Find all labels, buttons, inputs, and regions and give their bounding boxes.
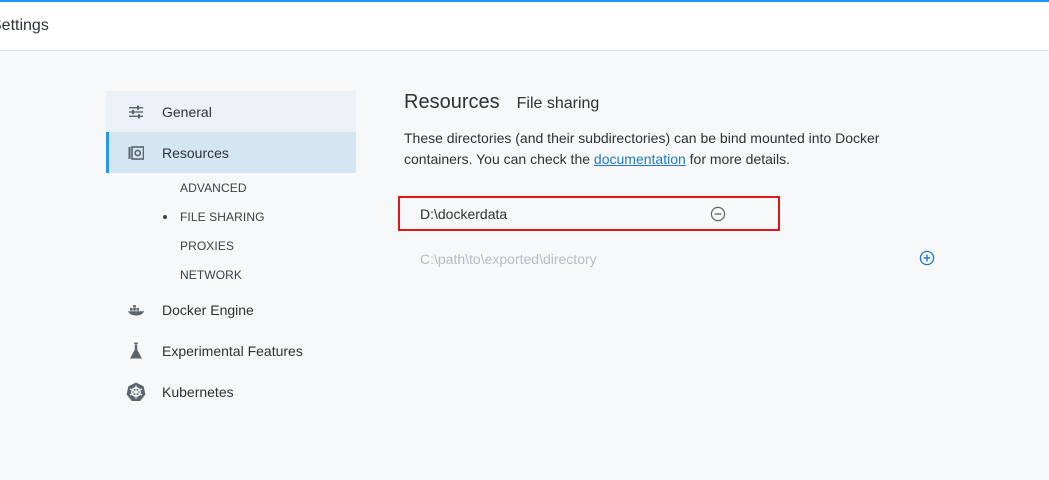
sidebar-item-docker-engine[interactable]: Docker Engine (106, 289, 356, 330)
sidebar-item-label: Experimental Features (162, 342, 303, 359)
plus-circle-icon (919, 250, 935, 266)
page-title: Settings (0, 17, 49, 34)
settings-content: General Resources ADVANCED FILE SHARING (0, 51, 1049, 480)
resources-icon (126, 143, 146, 163)
sidebar-subitem-file-sharing[interactable]: FILE SHARING (106, 202, 356, 231)
sidebar-item-label: Resources (162, 144, 229, 161)
panel-title: Resources (404, 91, 500, 113)
sliders-icon (126, 102, 146, 122)
settings-header: Settings (0, 2, 1049, 51)
panel-description: These directories (and their subdirector… (404, 128, 924, 170)
whale-icon (126, 300, 146, 320)
remove-directory-button[interactable] (710, 206, 726, 222)
sidebar-item-label: Docker Engine (162, 301, 254, 318)
sidebar-item-kubernetes[interactable]: Kubernetes (106, 371, 356, 412)
add-directory-button[interactable] (919, 250, 935, 266)
sidebar-item-resources[interactable]: Resources (106, 132, 356, 173)
panel-heading: Resources File sharing (404, 91, 964, 119)
sidebar-subitem-proxies[interactable]: PROXIES (106, 231, 356, 260)
sidebar-subitem-label: NETWORK (180, 267, 243, 282)
shared-directory-path: D:\dockerdata (420, 206, 508, 222)
active-bullet (163, 215, 167, 219)
minus-circle-icon (710, 206, 726, 222)
sidebar-subitem-advanced[interactable]: ADVANCED (106, 173, 356, 202)
helm-wheel-icon (126, 382, 146, 402)
description-text-end: for more details. (685, 151, 791, 167)
sidebar-item-general[interactable]: General (106, 91, 356, 132)
sidebar-subitem-label: ADVANCED (180, 180, 247, 195)
panel-subtitle: File sharing (516, 95, 600, 112)
add-directory-row (420, 249, 940, 269)
new-directory-input[interactable] (420, 249, 900, 269)
sidebar-item-experimental-features[interactable]: Experimental Features (106, 330, 356, 371)
sidebar-subitem-label: FILE SHARING (180, 209, 265, 224)
file-sharing-panel: Resources File sharing These directories… (398, 91, 964, 269)
documentation-link[interactable]: documentation (594, 151, 686, 167)
sidebar-subitem-network[interactable]: NETWORK (106, 260, 356, 289)
shared-directory-row: D:\dockerdata (398, 196, 780, 231)
flask-icon (126, 341, 146, 361)
settings-sidebar: General Resources ADVANCED FILE SHARING (106, 91, 356, 412)
resources-submenu: ADVANCED FILE SHARING PROXIES NETWORK (106, 173, 356, 289)
sidebar-subitem-label: PROXIES (180, 238, 235, 253)
sidebar-item-label: General (162, 103, 212, 120)
sidebar-item-label: Kubernetes (162, 383, 234, 400)
